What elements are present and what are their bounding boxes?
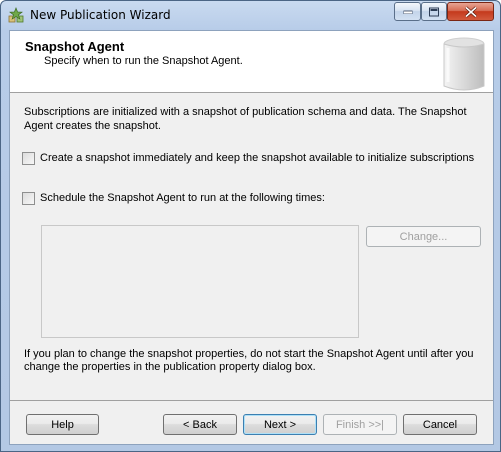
back-button[interactable]: < Back [163, 414, 237, 435]
minimize-icon [403, 10, 412, 14]
create-snapshot-checkbox[interactable] [22, 151, 35, 165]
wizard-header-graphic [443, 37, 485, 91]
maximize-icon [429, 7, 439, 16]
schedule-label: Schedule the Snapshot Agent to run at th… [40, 192, 325, 204]
close-button[interactable] [447, 2, 494, 21]
schedule-checkbox[interactable] [22, 191, 35, 205]
create-snapshot-label: Create a snapshot immediately and keep t… [40, 152, 475, 164]
wizard-header: Snapshot Agent Specify when to run the S… [10, 31, 493, 93]
page-title: Snapshot Agent [25, 39, 125, 54]
page-subtitle: Specify when to run the Snapshot Agent. [44, 55, 243, 67]
title-bar[interactable]: New Publication Wizard [1, 1, 500, 29]
cancel-button[interactable]: Cancel [403, 414, 477, 435]
snapshot-note: If you plan to change the snapshot prope… [24, 348, 474, 373]
maximize-button[interactable] [421, 2, 447, 21]
minimize-button[interactable] [394, 2, 421, 21]
window-title: New Publication Wizard [30, 8, 171, 22]
app-icon [8, 7, 24, 23]
schedule-option[interactable]: Schedule the Snapshot Agent to run at th… [22, 191, 325, 205]
change-schedule-button[interactable]: Change... [366, 226, 481, 247]
schedule-description-box [41, 225, 359, 338]
finish-button[interactable]: Finish >>| [323, 414, 397, 435]
description-text: Subscriptions are initialized with a sna… [24, 106, 467, 132]
wizard-client-area: Snapshot Agent Specify when to run the S… [9, 30, 494, 445]
footer-divider [10, 400, 493, 401]
help-button[interactable]: Help [26, 414, 99, 435]
next-button[interactable]: Next > [243, 414, 317, 435]
wizard-window: New Publication Wizard Snapshot Agent Sp… [0, 0, 501, 452]
create-snapshot-option[interactable]: Create a snapshot immediately and keep t… [22, 151, 474, 165]
close-icon [464, 6, 477, 17]
